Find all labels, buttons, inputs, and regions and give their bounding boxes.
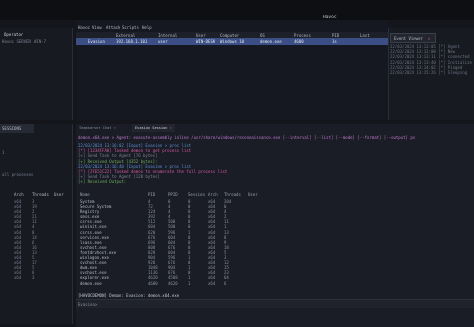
table-cell: 6 — [224, 280, 227, 286]
event-viewer-title: Event Viewer — [394, 35, 423, 41]
table-cell — [54, 275, 70, 280]
session-os: Windows 10 — [220, 39, 245, 44]
column-header: Threads — [32, 192, 49, 197]
menu-bar: Havoc View Attack Scripts Help — [76, 24, 388, 32]
column-header: PPID — [168, 192, 178, 197]
table-cell: 4680 — [148, 280, 158, 286]
left-table: Arch Threads User — [14, 192, 70, 197]
operator-entry[interactable]: WIN-7 — [34, 39, 46, 44]
tab-label: Evasion Session — [135, 126, 168, 130]
column-header[interactable]: User — [196, 33, 206, 38]
event-line: 22/03/2024 13:13:11 [*] connected — [390, 54, 470, 60]
session-process: demon.exe — [260, 39, 282, 44]
column-header[interactable]: OS — [260, 33, 265, 38]
console-command-line: demon.x64.exe > Agent: execute-assembly … — [78, 135, 416, 140]
table-row: demon.exe 4680 4620 1 x64 6 — [80, 281, 260, 286]
menu-item-scripts[interactable]: Scripts — [122, 25, 139, 30]
left-misc-label: 1 — [2, 150, 5, 155]
column-header[interactable]: Last — [360, 33, 370, 38]
column-header[interactable]: External — [116, 33, 135, 38]
left-tab-label: SESSIONS — [2, 126, 22, 131]
proc-table-header: Name PID PPID Session Arch Threads User — [80, 192, 268, 197]
column-header: Arch — [208, 192, 218, 197]
table-cell: demon.exe — [80, 280, 102, 286]
left-misc-label: all processes — [2, 172, 34, 177]
bottom-tab-bar: Teamserver Chat ✕ Evasion Session ✕ — [76, 124, 474, 133]
column-header: User — [248, 192, 258, 197]
console-output: 22/03/2024 13:16:02 [Input] Evasion > pr… — [78, 143, 468, 185]
table-cell: 4620 — [168, 280, 178, 286]
table-cell: x64 — [14, 275, 22, 281]
column-header: Name — [80, 192, 90, 197]
session-last: 1s — [332, 39, 337, 44]
session-internal-ip: 192.168.1.101 — [116, 39, 148, 44]
event-line: 22/03/2024 13:15:26 [*] Sleeping — [390, 70, 468, 76]
menu-item-view[interactable]: View — [92, 25, 102, 30]
session-user: user — [158, 39, 168, 44]
menu-item-attack[interactable]: Attack — [106, 25, 120, 30]
proc-table-rows: System 4 0 0 x64 204 Secure System 72 4 0 x64 0 Regi… — [80, 199, 260, 286]
session-name: Evasion — [88, 39, 105, 44]
left-table-rows: x64 3 x64 19 x64 2 x64 21 x64 11 x64 4 x64 8 x64 14 x64 6… — [14, 199, 70, 281]
close-icon[interactable]: ✕ — [114, 126, 116, 130]
console-input-bar[interactable]: Evasion> — [76, 299, 474, 308]
column-header: User — [54, 192, 64, 197]
title-bar — [0, 0, 474, 20]
column-header: Session — [188, 192, 205, 197]
column-header: Threads — [224, 192, 241, 197]
session-computer: WIN-DESK — [196, 39, 216, 44]
session-row[interactable]: Evasion 192.168.1.101 user WIN-DESK Wind… — [76, 38, 388, 45]
event-log: 22/03/2024 13:12:05 [*] Agent 22/03/2024… — [390, 44, 472, 75]
column-header[interactable]: Process — [294, 33, 311, 38]
table-cell: 1 — [188, 280, 191, 286]
table-cell: 3 — [32, 275, 35, 281]
table-cell: x64 — [208, 280, 216, 286]
menu-item-help[interactable]: Help — [142, 25, 152, 30]
console-status: [HAVOCDEMON] Deman: Evasion: demon.x64.e… — [78, 293, 180, 298]
column-header[interactable]: Computer — [220, 33, 239, 38]
tab-teamserver-chat[interactable]: Teamserver Chat ✕ — [76, 124, 119, 132]
event-viewer-tab[interactable]: Event Viewer ✕ — [390, 33, 436, 43]
session-pid: 4680 — [294, 39, 304, 44]
left-tab[interactable]: SESSIONS — [0, 124, 34, 133]
console-line: [+] Received Output: — [78, 179, 127, 185]
tab-label: Teamserver Chat — [79, 126, 112, 130]
operator-header: Operator — [4, 32, 24, 37]
table-row: x64 3 — [14, 275, 70, 280]
table-cell — [248, 281, 268, 286]
close-icon[interactable]: ✕ — [428, 36, 430, 41]
menu-item-havoc[interactable]: Havoc — [78, 25, 90, 30]
column-header: PID — [148, 192, 156, 197]
column-header: Arch — [14, 192, 24, 197]
console-prompt: Evasion> — [78, 302, 98, 307]
tab-evasion-session[interactable]: Evasion Session ✕ — [132, 124, 175, 132]
column-header[interactable]: Internal — [158, 33, 177, 38]
column-header[interactable]: PID — [332, 33, 339, 38]
close-icon[interactable]: ✕ — [170, 126, 172, 130]
